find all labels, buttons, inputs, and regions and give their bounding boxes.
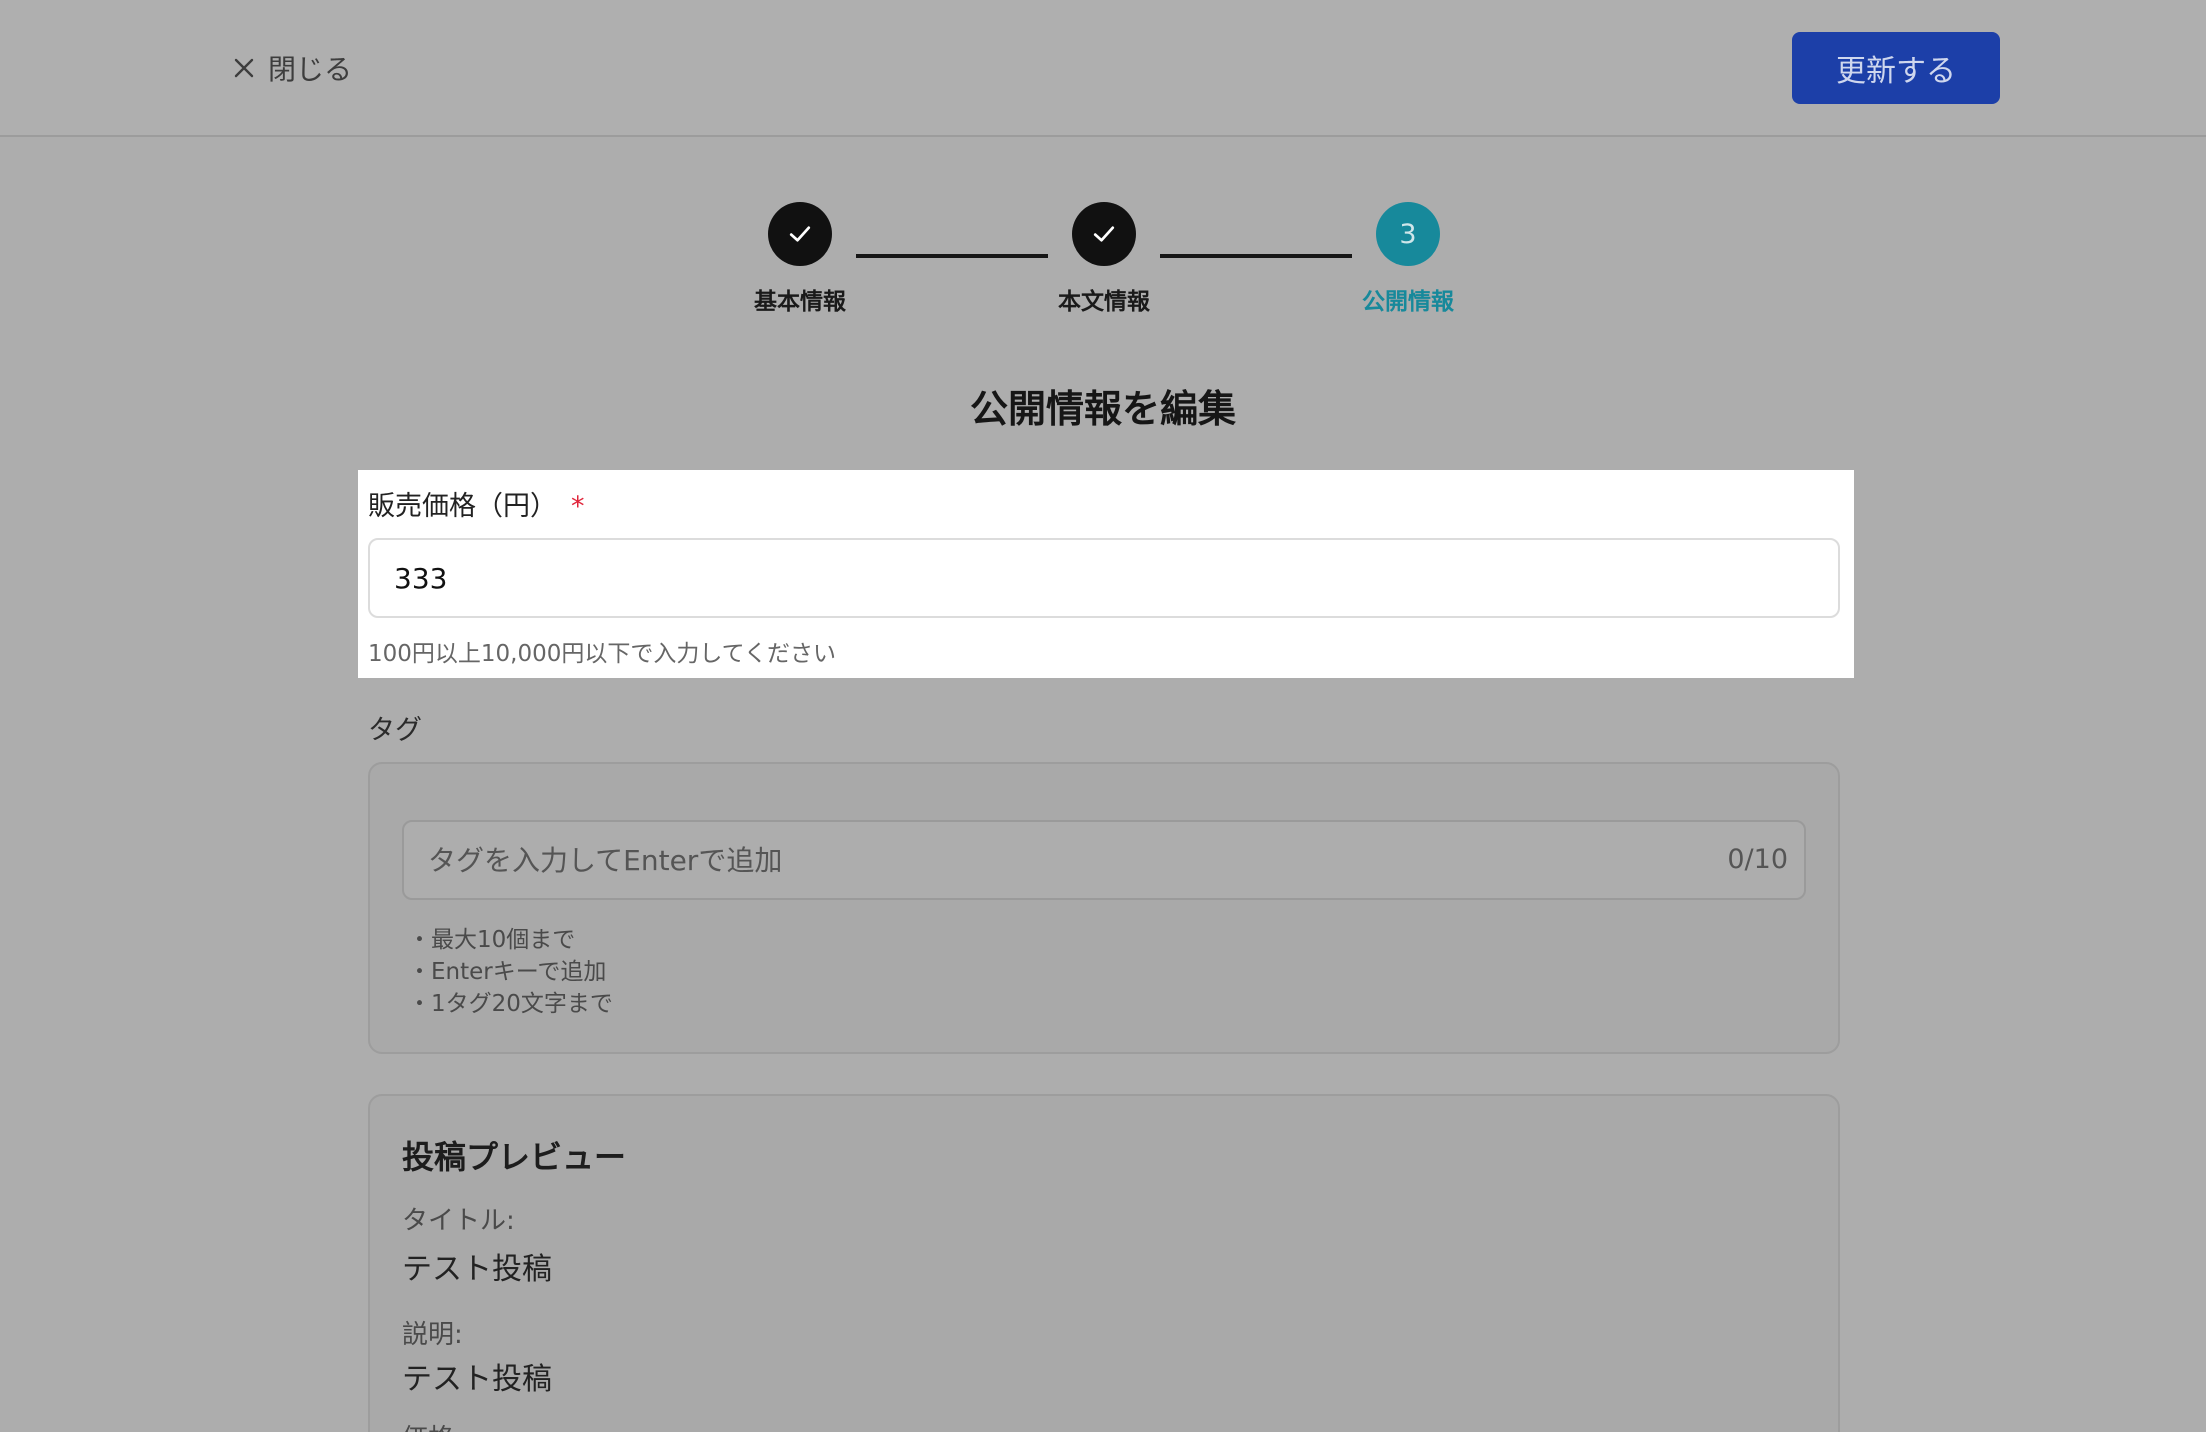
preview-price-key: 価格:	[402, 1418, 463, 1432]
step-3-label: 公開情報	[1362, 289, 1454, 315]
preview-description-value: テスト投稿	[402, 1362, 552, 1397]
step-3-number: 3	[1376, 202, 1440, 266]
page-title: 公開情報を編集	[969, 387, 1236, 431]
close-button[interactable]: 閉じる	[232, 48, 352, 88]
top-bar: 閉じる 更新する	[0, 0, 2206, 137]
price-label: 販売価格（円） *	[368, 484, 585, 523]
preview-title-value: テスト投稿	[402, 1252, 552, 1287]
tag-label: タグ	[368, 715, 422, 746]
close-label: 閉じる	[268, 53, 353, 86]
step-1-check	[768, 202, 832, 266]
preview-description-key: 説明:	[402, 1320, 463, 1350]
tag-rule-item: ・Enterキーで追加	[408, 959, 607, 985]
tag-input-wrapper: 0/10	[402, 820, 1806, 900]
close-icon	[234, 58, 254, 78]
preview-heading: 投稿プレビュー	[402, 1138, 627, 1176]
step-1-label: 基本情報	[754, 289, 846, 315]
step-2-label: 本文情報	[1058, 289, 1150, 315]
page: 閉じる 更新する 基本情報 本文情報 3 公開情報 公開情報を編集 販売価格（円…	[0, 0, 2206, 1432]
step-connector-1	[856, 254, 1048, 258]
checkmark-icon	[789, 226, 811, 242]
step-2-check	[1072, 202, 1136, 266]
price-label-text: 販売価格（円）	[368, 491, 557, 522]
update-button[interactable]: 更新する	[1792, 32, 2000, 104]
price-hint: 100円以上10,000円以下で入力してください	[368, 641, 836, 667]
checkmark-icon	[1093, 226, 1115, 242]
tag-rule-item: ・1タグ20文字まで	[408, 991, 613, 1017]
tag-rule-item: ・最大10個まで	[408, 927, 576, 953]
post-preview-panel: 投稿プレビュー タイトル: テスト投稿 説明: テスト投稿 価格:	[368, 1094, 1840, 1432]
price-section: 販売価格（円） * 100円以上10,000円以下で入力してください	[358, 470, 1854, 678]
preview-title-key: タイトル:	[402, 1206, 515, 1236]
tag-panel: 0/10 ・最大10個まで ・Enterキーで追加 ・1タグ20文字まで	[368, 762, 1840, 1054]
required-mark: *	[571, 491, 585, 522]
step-connector-2	[1160, 254, 1352, 258]
price-input[interactable]	[368, 538, 1840, 618]
tag-counter: 0/10	[1727, 844, 1788, 875]
tag-rules: ・最大10個まで ・Enterキーで追加 ・1タグ20文字まで	[408, 924, 613, 1020]
tag-input[interactable]	[404, 822, 1804, 898]
